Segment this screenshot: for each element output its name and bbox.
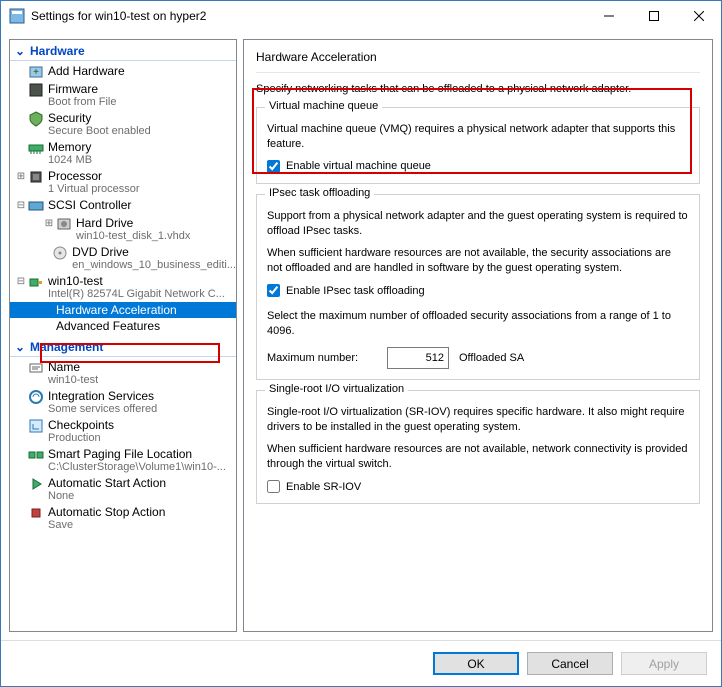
memory-icon xyxy=(28,140,44,156)
paging-icon xyxy=(28,447,44,463)
ipsec-checkbox[interactable] xyxy=(267,284,280,297)
ipsec-checkbox-label: Enable IPsec task offloading xyxy=(286,285,425,297)
expand-icon[interactable]: ⊞ xyxy=(42,216,56,232)
sriov-checkbox-label: Enable SR-IOV xyxy=(286,481,361,493)
security-icon xyxy=(28,111,44,127)
dialog-buttons: OK Cancel Apply xyxy=(1,640,721,686)
tree-label: Add Hardware xyxy=(48,64,125,78)
add-hardware-icon: + xyxy=(28,64,44,80)
tree-memory[interactable]: Memory1024 MB xyxy=(10,139,236,168)
integration-icon xyxy=(28,389,44,405)
settings-window: Settings for win10-test on hyper2 ⌄ Hard… xyxy=(0,0,722,687)
tree-network-adapter[interactable]: ⊟ win10-testIntel(R) 82574L Gigabit Netw… xyxy=(10,273,236,302)
group-vmq: Virtual machine queue Virtual machine qu… xyxy=(256,107,700,184)
sriov-checkbox[interactable] xyxy=(267,480,280,493)
titlebar: Settings for win10-test on hyper2 xyxy=(1,1,721,31)
tree-hard-drive[interactable]: ⊞ Hard Drivewin10-test_disk_1.vhdx xyxy=(10,215,236,244)
nic-icon xyxy=(28,274,44,290)
tree-processor[interactable]: ⊞ Processor1 Virtual processor xyxy=(10,168,236,197)
autostop-icon xyxy=(28,505,44,521)
panel-title: Hardware Acceleration xyxy=(256,50,700,64)
group-legend: Single-root I/O virtualization xyxy=(265,383,408,395)
tree-add-hardware[interactable]: + Add Hardware xyxy=(10,63,236,81)
ipsec-suffix: Offloaded SA xyxy=(459,352,524,364)
tree-auto-start[interactable]: Automatic Start ActionNone xyxy=(10,475,236,504)
vmq-checkbox-row[interactable]: Enable virtual machine queue xyxy=(267,160,689,173)
tree-dvd-drive[interactable]: DVD Driveen_windows_10_business_editi... xyxy=(10,244,236,273)
processor-icon xyxy=(28,169,44,185)
group-ipsec: IPsec task offloading Support from a phy… xyxy=(256,194,700,380)
navigation-tree[interactable]: ⌄ Hardware + Add Hardware FirmwareBoot f… xyxy=(9,39,237,632)
collapse-icon[interactable]: ⊟ xyxy=(14,274,28,290)
dvd-icon xyxy=(52,245,68,261)
settings-content: Hardware Acceleration Specify networking… xyxy=(243,39,713,632)
apply-button: Apply xyxy=(621,652,707,675)
section-label: Hardware xyxy=(30,44,85,58)
section-label: Management xyxy=(30,340,103,354)
ok-button[interactable]: OK xyxy=(433,652,519,675)
ipsec-checkbox-row[interactable]: Enable IPsec task offloading xyxy=(267,284,689,297)
tree-hardware-acceleration[interactable]: Hardware Acceleration xyxy=(10,302,236,318)
expand-icon[interactable]: ⊞ xyxy=(14,169,28,185)
name-icon xyxy=(28,360,44,376)
tree-security[interactable]: SecuritySecure Boot enabled xyxy=(10,110,236,139)
section-management[interactable]: ⌄ Management xyxy=(10,338,236,357)
tree-firmware[interactable]: FirmwareBoot from File xyxy=(10,81,236,110)
svg-text:+: + xyxy=(33,67,39,78)
minimize-button[interactable] xyxy=(586,1,631,31)
maximize-button[interactable] xyxy=(631,1,676,31)
group-legend: Virtual machine queue xyxy=(265,100,382,112)
hdd-icon xyxy=(56,216,72,232)
tree-checkpoints[interactable]: CheckpointsProduction xyxy=(10,417,236,446)
group-legend: IPsec task offloading xyxy=(265,187,374,199)
ipsec-max-input[interactable] xyxy=(387,347,449,369)
vmq-checkbox[interactable] xyxy=(267,160,280,173)
close-button[interactable] xyxy=(676,1,721,31)
vmq-text: Virtual machine queue (VMQ) requires a p… xyxy=(267,122,689,152)
ipsec-text2: When sufficient hardware resources are n… xyxy=(267,246,689,276)
ipsec-max-label: Maximum number: xyxy=(267,352,377,364)
ipsec-text1: Support from a physical network adapter … xyxy=(267,209,689,239)
sriov-text2: When sufficient hardware resources are n… xyxy=(267,442,689,472)
app-icon xyxy=(9,8,25,24)
chevron-icon: ⌄ xyxy=(14,340,26,354)
tree-smart-paging[interactable]: Smart Paging File LocationC:\ClusterStor… xyxy=(10,446,236,475)
tree-scsi[interactable]: ⊟ SCSI Controller xyxy=(10,197,236,215)
tree-auto-stop[interactable]: Automatic Stop ActionSave xyxy=(10,504,236,533)
ipsec-range-text: Select the maximum number of offloaded s… xyxy=(267,309,689,339)
autostart-icon xyxy=(28,476,44,492)
group-sriov: Single-root I/O virtualization Single-ro… xyxy=(256,390,700,504)
cancel-button[interactable]: Cancel xyxy=(527,652,613,675)
sriov-checkbox-row[interactable]: Enable SR-IOV xyxy=(267,480,689,493)
firmware-icon xyxy=(28,82,44,98)
window-title: Settings for win10-test on hyper2 xyxy=(31,9,586,23)
tree-name[interactable]: Namewin10-test xyxy=(10,359,236,388)
tree-advanced-features[interactable]: Advanced Features xyxy=(10,318,236,334)
section-hardware[interactable]: ⌄ Hardware xyxy=(10,42,236,61)
vmq-checkbox-label: Enable virtual machine queue xyxy=(286,160,431,172)
collapse-icon[interactable]: ⊟ xyxy=(14,198,28,214)
panel-intro: Specify networking tasks that can be off… xyxy=(256,83,700,95)
sriov-text1: Single-root I/O virtualization (SR-IOV) … xyxy=(267,405,689,435)
checkpoints-icon xyxy=(28,418,44,434)
tree-integration-services[interactable]: Integration ServicesSome services offere… xyxy=(10,388,236,417)
scsi-icon xyxy=(28,198,44,214)
chevron-icon: ⌄ xyxy=(14,44,26,58)
